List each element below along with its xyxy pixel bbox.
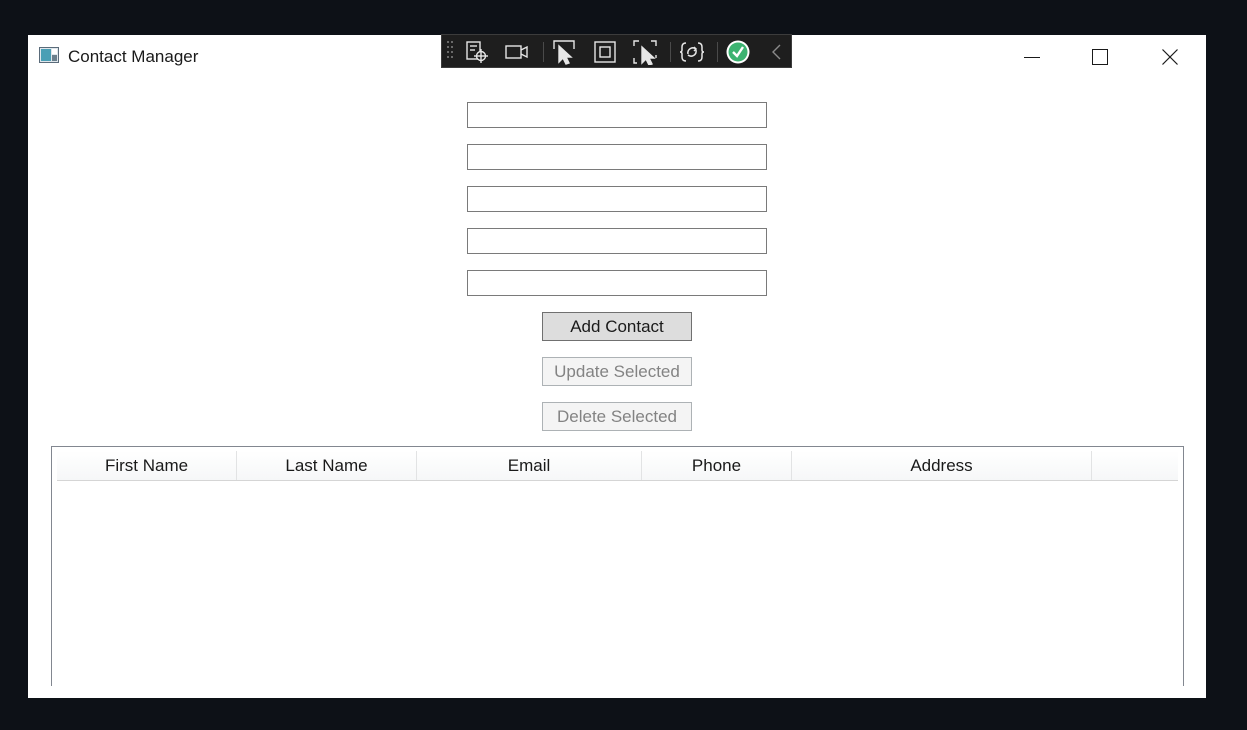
add-contact-button[interactable]: Add Contact	[542, 312, 692, 341]
maximize-icon	[1092, 49, 1108, 65]
contacts-grid[interactable]: First Name Last Name Email Phone Address	[51, 446, 1184, 686]
check-circle-icon[interactable]	[725, 39, 751, 65]
column-header-first-name[interactable]: First Name	[57, 451, 237, 480]
layout-adorner-icon[interactable]	[592, 39, 618, 65]
email-field[interactable]	[467, 186, 767, 212]
column-header-address[interactable]: Address	[792, 451, 1092, 480]
app-window: Contact Manager Add Contact Update Selec…	[28, 35, 1206, 698]
delete-selected-button[interactable]: Delete Selected	[542, 402, 692, 431]
grid-header: First Name Last Name Email Phone Address	[57, 451, 1178, 481]
window-title: Contact Manager	[68, 47, 199, 66]
minimize-icon	[1024, 49, 1040, 65]
last-name-field[interactable]	[467, 144, 767, 170]
hot-reload-icon[interactable]	[679, 39, 705, 65]
pointer-select-icon[interactable]	[552, 39, 578, 65]
column-header-last-name[interactable]: Last Name	[237, 451, 417, 480]
collapse-chevron-icon[interactable]	[764, 39, 790, 65]
debug-toolbar	[441, 34, 792, 68]
toolbar-grip-icon[interactable]	[447, 40, 453, 62]
maximize-button[interactable]	[1066, 35, 1134, 79]
address-field[interactable]	[467, 270, 767, 296]
select-element-icon[interactable]	[464, 39, 490, 65]
update-selected-button[interactable]: Update Selected	[542, 357, 692, 386]
video-icon[interactable]	[504, 39, 530, 65]
first-name-field[interactable]	[467, 102, 767, 128]
app-icon	[39, 47, 59, 63]
column-header-filler	[1092, 451, 1178, 480]
close-button[interactable]	[1136, 35, 1204, 79]
column-header-email[interactable]: Email	[417, 451, 642, 480]
track-focus-icon[interactable]	[632, 39, 658, 65]
minimize-button[interactable]	[998, 35, 1066, 79]
close-icon	[1162, 49, 1178, 65]
phone-field[interactable]	[467, 228, 767, 254]
column-header-phone[interactable]: Phone	[642, 451, 792, 480]
